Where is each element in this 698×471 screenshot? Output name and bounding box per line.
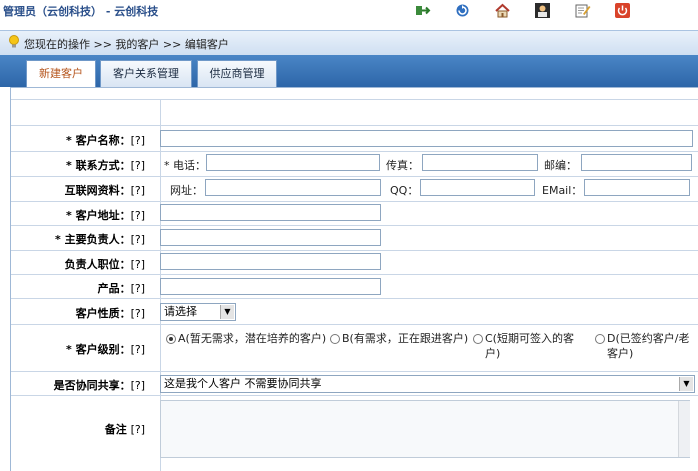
row-line	[11, 151, 698, 152]
qq-input[interactable]	[420, 179, 535, 196]
label-leader-title: 负责人职位：[?]	[64, 258, 145, 271]
label-share: 是否协同共享：[?]	[53, 379, 145, 392]
row-line	[11, 176, 698, 177]
customer-name-input[interactable]	[160, 130, 693, 147]
row-line	[11, 371, 698, 372]
note-scrollbar[interactable]	[678, 401, 690, 457]
qq-label: QQ：	[390, 184, 419, 197]
row-line	[11, 324, 698, 325]
edit-icon[interactable]	[574, 2, 591, 19]
level-b-radio[interactable]	[330, 334, 340, 344]
customer-nature-select[interactable]: 请选择 ▼	[160, 303, 236, 321]
email-label: EMail：	[542, 184, 583, 197]
level-b-label: B(有需求，正在跟进客户)	[342, 332, 469, 345]
address-input[interactable]	[160, 204, 381, 221]
power-icon[interactable]	[614, 2, 631, 19]
top-bar: 管理员（云创科技） - 云创科技	[0, 0, 698, 22]
label-address: * 客户地址：[?]	[65, 209, 145, 222]
tab-strip: 新建客户 客户关系管理 供应商管理	[0, 55, 698, 87]
leader-title-input[interactable]	[160, 253, 381, 270]
app-title: 管理员（云创科技） - 云创科技	[3, 5, 159, 18]
level-d-radio[interactable]	[595, 334, 605, 344]
row-line	[11, 298, 698, 299]
refresh-icon[interactable]	[454, 2, 471, 19]
url-input[interactable]	[205, 179, 381, 196]
row-line	[11, 201, 698, 202]
row-line	[11, 395, 698, 396]
phone-label: * 电话：	[164, 159, 206, 172]
exit-icon[interactable]	[414, 2, 431, 19]
tab-new-customer[interactable]: 新建客户	[26, 60, 96, 87]
chevron-down-icon: ▼	[679, 377, 693, 391]
product-input[interactable]	[160, 278, 381, 295]
row-line	[11, 250, 698, 251]
home-icon[interactable]	[494, 2, 511, 19]
label-customer-name: * 客户名称：[?]	[65, 134, 145, 147]
fax-input[interactable]	[422, 154, 538, 171]
leader-input[interactable]	[160, 229, 381, 246]
breadcrumb: 您现在的操作 >> 我的客户 >> 编辑客户	[24, 38, 229, 51]
label-level: * 客户级别：[?]	[65, 343, 145, 356]
lightbulb-icon	[9, 35, 19, 48]
level-a-radio[interactable]	[166, 334, 176, 344]
chevron-down-icon: ▼	[220, 305, 234, 319]
user-icon[interactable]	[534, 2, 551, 19]
label-internet: 互联网资料：[?]	[64, 184, 145, 197]
level-a-label: A(暂无需求，潜在培养的客户)	[178, 332, 327, 345]
tab-customer-relations[interactable]: 客户关系管理	[100, 60, 192, 87]
row-line	[11, 225, 698, 226]
note-textarea[interactable]	[160, 400, 690, 458]
zip-input[interactable]	[581, 154, 692, 171]
level-c-radio[interactable]	[473, 334, 483, 344]
zip-label: 邮编：	[544, 159, 577, 172]
tab-supplier-management[interactable]: 供应商管理	[197, 60, 277, 87]
breadcrumb-bar: 您现在的操作 >> 我的客户 >> 编辑客户	[0, 30, 698, 56]
share-select[interactable]: 这是我个人客户 不需要协同共享 ▼	[160, 375, 695, 393]
level-d-label: D(已签约客户/老客户)	[607, 332, 690, 360]
phone-input[interactable]	[206, 154, 380, 171]
row-line	[11, 125, 698, 126]
label-contact: * 联系方式：[?]	[65, 159, 145, 172]
label-leader: * 主要负责人：[?]	[54, 233, 145, 246]
label-nature: 客户性质：[?]	[75, 307, 145, 320]
level-c-label: C(短期可签入的客户)	[485, 332, 574, 360]
fax-label: 传真：	[386, 159, 419, 172]
url-label: 网址：	[170, 184, 203, 197]
row-line	[11, 274, 698, 275]
form-top-spacer	[11, 88, 698, 100]
email-input[interactable]	[584, 179, 690, 196]
label-note: 备注 [?]	[104, 423, 145, 436]
label-product: 产品：[?]	[97, 282, 145, 295]
